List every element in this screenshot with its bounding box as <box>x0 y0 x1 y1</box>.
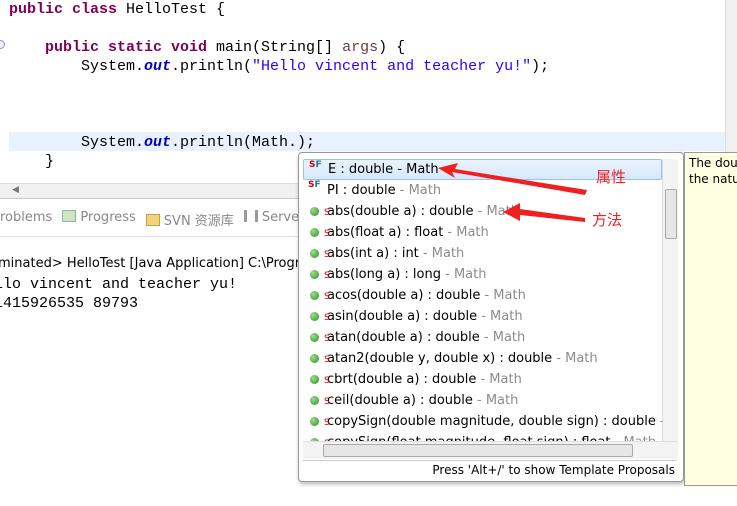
annotation-method: 方法 <box>592 211 623 229</box>
annotation-arrows <box>438 163 587 222</box>
arrow-field <box>438 163 587 195</box>
annotation-field: 属性 <box>596 168 627 186</box>
arrow-method <box>503 203 585 222</box>
